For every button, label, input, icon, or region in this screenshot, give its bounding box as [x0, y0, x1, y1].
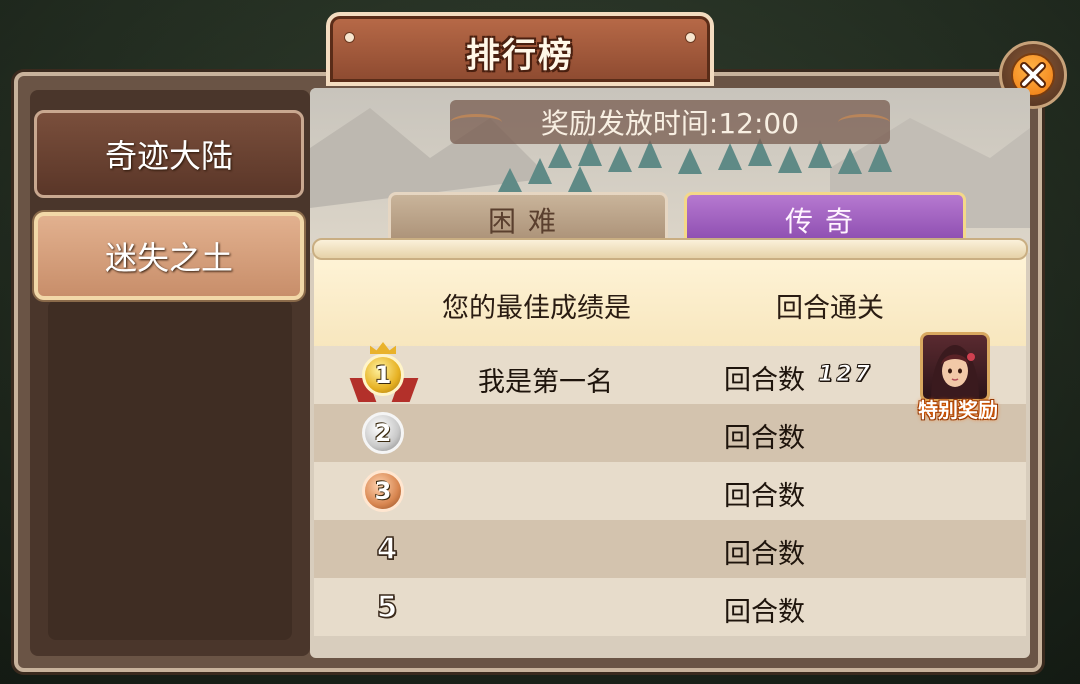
title-plate: 排行榜 [326, 12, 714, 86]
bronze-medal-icon: 3 [362, 470, 404, 512]
rounds-label: 回合数 [724, 597, 805, 628]
gold-medal-icon: 1 [362, 354, 404, 396]
reward-time-banner: 奖励发放时间:12:00 [450, 100, 890, 144]
special-reward-label: 特别奖励 [918, 398, 998, 422]
rank-number: 2 [374, 419, 392, 447]
banner-ornament-icon [838, 114, 890, 131]
hero-portrait-icon [920, 332, 990, 402]
reward-time-text: 奖励发放时间:12:00 [540, 107, 800, 140]
special-reward-button[interactable]: 特别奖励 [908, 332, 1008, 424]
rounds-label: 回合数 [724, 423, 805, 454]
table-row[interactable]: 4 回合数 [314, 520, 1026, 578]
tab-label: 传奇 [784, 205, 865, 238]
tab-label: 困难 [487, 205, 568, 238]
window-title: 排行榜 [466, 36, 574, 76]
sidebar-item-lost-land[interactable]: 迷失之土 [34, 212, 304, 300]
rounds-value: 127 [818, 362, 873, 388]
sidebar-inner-panel [48, 300, 292, 640]
rank-number: 5 [376, 589, 398, 626]
rank-number: 3 [374, 477, 392, 505]
sidebar-item-label: 迷失之土 [104, 239, 233, 277]
silver-medal-icon: 2 [362, 412, 404, 454]
table-row[interactable]: 3 回合数 [314, 462, 1026, 520]
clear-rounds-label: 回合通关 [776, 293, 884, 324]
rounds-label: 回合数 [724, 539, 805, 570]
rank-number: 1 [374, 361, 392, 389]
sidebar-item-miracle-continent[interactable]: 奇迹大陆 [34, 110, 304, 198]
rounds-label: 回合数 [724, 481, 805, 512]
table-row[interactable]: 5 回合数 [314, 578, 1026, 636]
scroll-divider [312, 238, 1028, 260]
rank-number: 4 [376, 531, 398, 568]
rounds-label: 回合数 [724, 365, 805, 396]
best-score-label: 您的最佳成绩是 [442, 293, 631, 324]
player-name: 我是第一名 [478, 367, 613, 398]
ranking-table: 您的最佳成绩是 回合通关 1 我是第一名 回合数 127 2 回合数 3 回合数… [314, 246, 1026, 644]
banner-ornament-icon [450, 114, 502, 131]
sidebar-item-label: 奇迹大陆 [104, 137, 233, 175]
